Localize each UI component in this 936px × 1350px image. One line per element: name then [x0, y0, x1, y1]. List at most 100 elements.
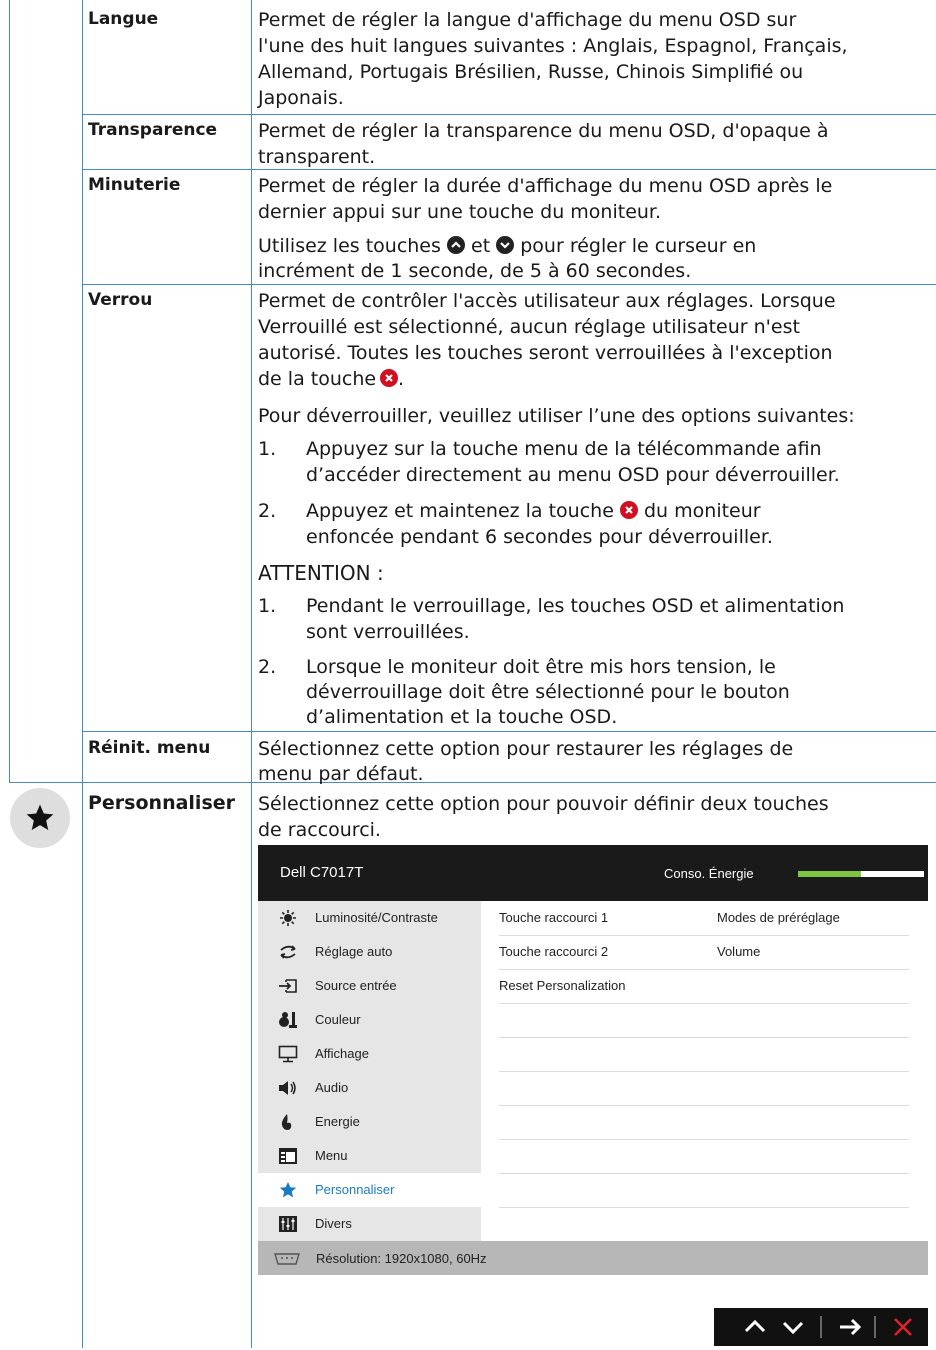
row-desc-verrou-1: Permet de contrôler l'accès utilisateur …	[258, 290, 836, 312]
osd-menu-item-personnaliser[interactable]: Personnaliser	[258, 1173, 481, 1207]
osd-empty-row	[499, 1003, 909, 1038]
osd-menu-item-source-entree[interactable]: Source entrée	[258, 969, 481, 1003]
osd-header: Dell C7017T Conso. Énergie	[258, 845, 928, 901]
osd-menu-item-audio[interactable]: Audio	[258, 1071, 481, 1105]
row-divider	[82, 284, 936, 285]
verrou-option-1-line-1: Appuyez sur la touche menu de la télécom…	[306, 438, 822, 460]
verrou-attention-2-line-3: d’alimentation et la touche OSD.	[306, 706, 618, 728]
nav-separator	[874, 1316, 876, 1338]
osd-menu-screenshot: Dell C7017T Conso. Énergie Luminosité/Co…	[258, 845, 928, 1275]
osd-submenu: Touche raccourci 1 Modes de préréglage T…	[481, 901, 928, 1241]
input-source-icon	[278, 977, 298, 995]
row-label-minuterie: Minuterie	[88, 175, 181, 195]
osd-option-name: Touche raccourci 1	[499, 910, 609, 925]
row-desc-transparence-2: transparent.	[258, 146, 376, 168]
row-divider	[82, 169, 936, 170]
verrou-option-2-line-2: enfoncée pendant 6 secondes pour déverro…	[306, 526, 773, 548]
row-label-transparence: Transparence	[88, 120, 218, 140]
speaker-icon	[278, 1079, 298, 1097]
osd-menu-label: Couleur	[315, 1012, 361, 1027]
osd-nav-buttons	[714, 1308, 928, 1346]
personnaliser-star-icon	[10, 788, 70, 848]
osd-menu-label: Divers	[315, 1216, 352, 1231]
color-icon	[278, 1011, 298, 1029]
verrou-line4-text: de la touche	[258, 368, 377, 390]
osd-menu-item-energie[interactable]: Energie	[258, 1105, 481, 1139]
row-label-reinit-menu: Réinit. menu	[88, 738, 211, 758]
nav-separator	[820, 1316, 822, 1338]
osd-menu-item-reglage-auto[interactable]: Réglage auto	[258, 935, 481, 969]
close-icon[interactable]	[886, 1308, 920, 1346]
osd-menu-item-menu[interactable]: Menu	[258, 1139, 481, 1173]
row-desc-langue-1: Permet de régler la langue d'affichage d…	[258, 9, 797, 31]
osd-resolution: Résolution: 1920x1080, 60Hz	[316, 1251, 487, 1266]
osd-option-name: Reset Personalization	[499, 978, 626, 993]
verrou-attention-2-line-2: déverrouillage doit être sélectionné pou…	[306, 681, 790, 703]
row-desc-langue-3: Allemand, Portugais Brésilien, Russe, Ch…	[258, 61, 804, 83]
osd-menu-label: Affichage	[315, 1046, 369, 1061]
verrou-line4-end: .	[398, 368, 405, 390]
row-desc-langue-4: Japonais.	[258, 87, 344, 109]
row-desc-minuterie-2: dernier appui sur une touche du moniteur…	[258, 201, 662, 223]
osd-title: Dell C7017T	[280, 864, 364, 881]
row-desc-minuterie-4: incrément de 1 seconde, de 5 à 60 second…	[258, 260, 692, 282]
row-desc-minuterie-1: Permet de régler la durée d'affichage du…	[258, 175, 833, 197]
osd-menu-label: Energie	[315, 1114, 360, 1129]
osd-menu-item-divers[interactable]: Divers	[258, 1207, 481, 1241]
osd-option-row[interactable]: Touche raccourci 2 Volume	[499, 935, 909, 970]
vga-connector-icon	[272, 1252, 302, 1270]
osd-empty-row	[499, 1037, 909, 1072]
table-border-left	[9, 0, 10, 782]
verrou-option-2-text-b: du moniteur	[644, 500, 761, 522]
osd-menu-label: Réglage auto	[315, 944, 393, 959]
row-label-personnaliser: Personnaliser	[88, 792, 236, 814]
row-desc-reinit-2: menu par défaut.	[258, 763, 424, 785]
row-desc-verrou-2: Verrouillé est sélectionné, aucun réglag…	[258, 316, 800, 338]
row-desc-langue-2: l'une des huit langues suivantes : Angla…	[258, 35, 848, 57]
verrou-attention-1-line-1: Pendant le verrouillage, les touches OSD…	[306, 595, 845, 617]
osd-menu-label: Personnaliser	[315, 1182, 395, 1197]
verrou-attention-heading: ATTENTION :	[258, 561, 384, 585]
row-desc-personnaliser-1: Sélectionnez cette option pour pouvoir d…	[258, 793, 829, 815]
row-divider	[82, 114, 936, 115]
verrou-option-2-number: 2.	[258, 500, 277, 522]
verrou-attention-2-number: 2.	[258, 656, 277, 678]
minuterie-text-a: Utilisez les touches	[258, 235, 441, 257]
star-icon	[278, 1181, 298, 1199]
up-button-icon	[446, 236, 465, 254]
osd-energy-bar-fill	[798, 871, 861, 877]
osd-empty-row	[499, 1071, 909, 1106]
osd-menu-item-couleur[interactable]: Couleur	[258, 1003, 481, 1037]
osd-menu-item-luminosite[interactable]: Luminosité/Contraste	[258, 901, 481, 935]
osd-option-row[interactable]: Touche raccourci 1 Modes de préréglage	[499, 901, 909, 936]
display-icon	[278, 1045, 298, 1063]
row-desc-reinit-1: Sélectionnez cette option pour restaurer…	[258, 738, 794, 760]
osd-empty-row	[499, 1139, 909, 1174]
osd-menu-label: Source entrée	[315, 978, 397, 993]
osd-energy-label: Conso. Énergie	[664, 866, 754, 881]
exit-button-icon	[380, 369, 399, 387]
osd-menu-label: Luminosité/Contraste	[315, 910, 438, 925]
row-desc-personnaliser-2: de raccourci.	[258, 819, 381, 841]
verrou-option-2-line-1: Appuyez et maintenez la touche du monite…	[306, 499, 932, 523]
row-desc-minuterie-3: Utilisez les touches et pour régler le c…	[258, 234, 932, 258]
minuterie-text-b: et	[471, 235, 491, 257]
menu-icon	[278, 1147, 298, 1165]
auto-adjust-icon	[278, 943, 298, 961]
osd-main-menu: Luminosité/Contraste Réglage auto Source…	[258, 901, 481, 1241]
table-border-icon-col	[82, 0, 83, 1348]
row-label-verrou: Verrou	[88, 290, 153, 310]
osd-option-name: Touche raccourci 2	[499, 944, 609, 959]
osd-option-value: Volume	[717, 944, 761, 959]
verrou-attention-2-line-1: Lorsque le moniteur doit être mis hors t…	[306, 656, 776, 678]
osd-option-row[interactable]: Reset Personalization	[499, 969, 909, 1004]
up-icon[interactable]	[738, 1308, 772, 1346]
osd-empty-row	[499, 1173, 909, 1208]
osd-menu-label: Menu	[315, 1148, 348, 1163]
verrou-option-1-number: 1.	[258, 438, 277, 460]
down-icon[interactable]	[776, 1308, 810, 1346]
osd-menu-item-affichage[interactable]: Affichage	[258, 1037, 481, 1071]
down-button-icon	[496, 236, 515, 254]
brightness-icon	[278, 909, 298, 927]
right-arrow-icon[interactable]	[832, 1308, 868, 1346]
